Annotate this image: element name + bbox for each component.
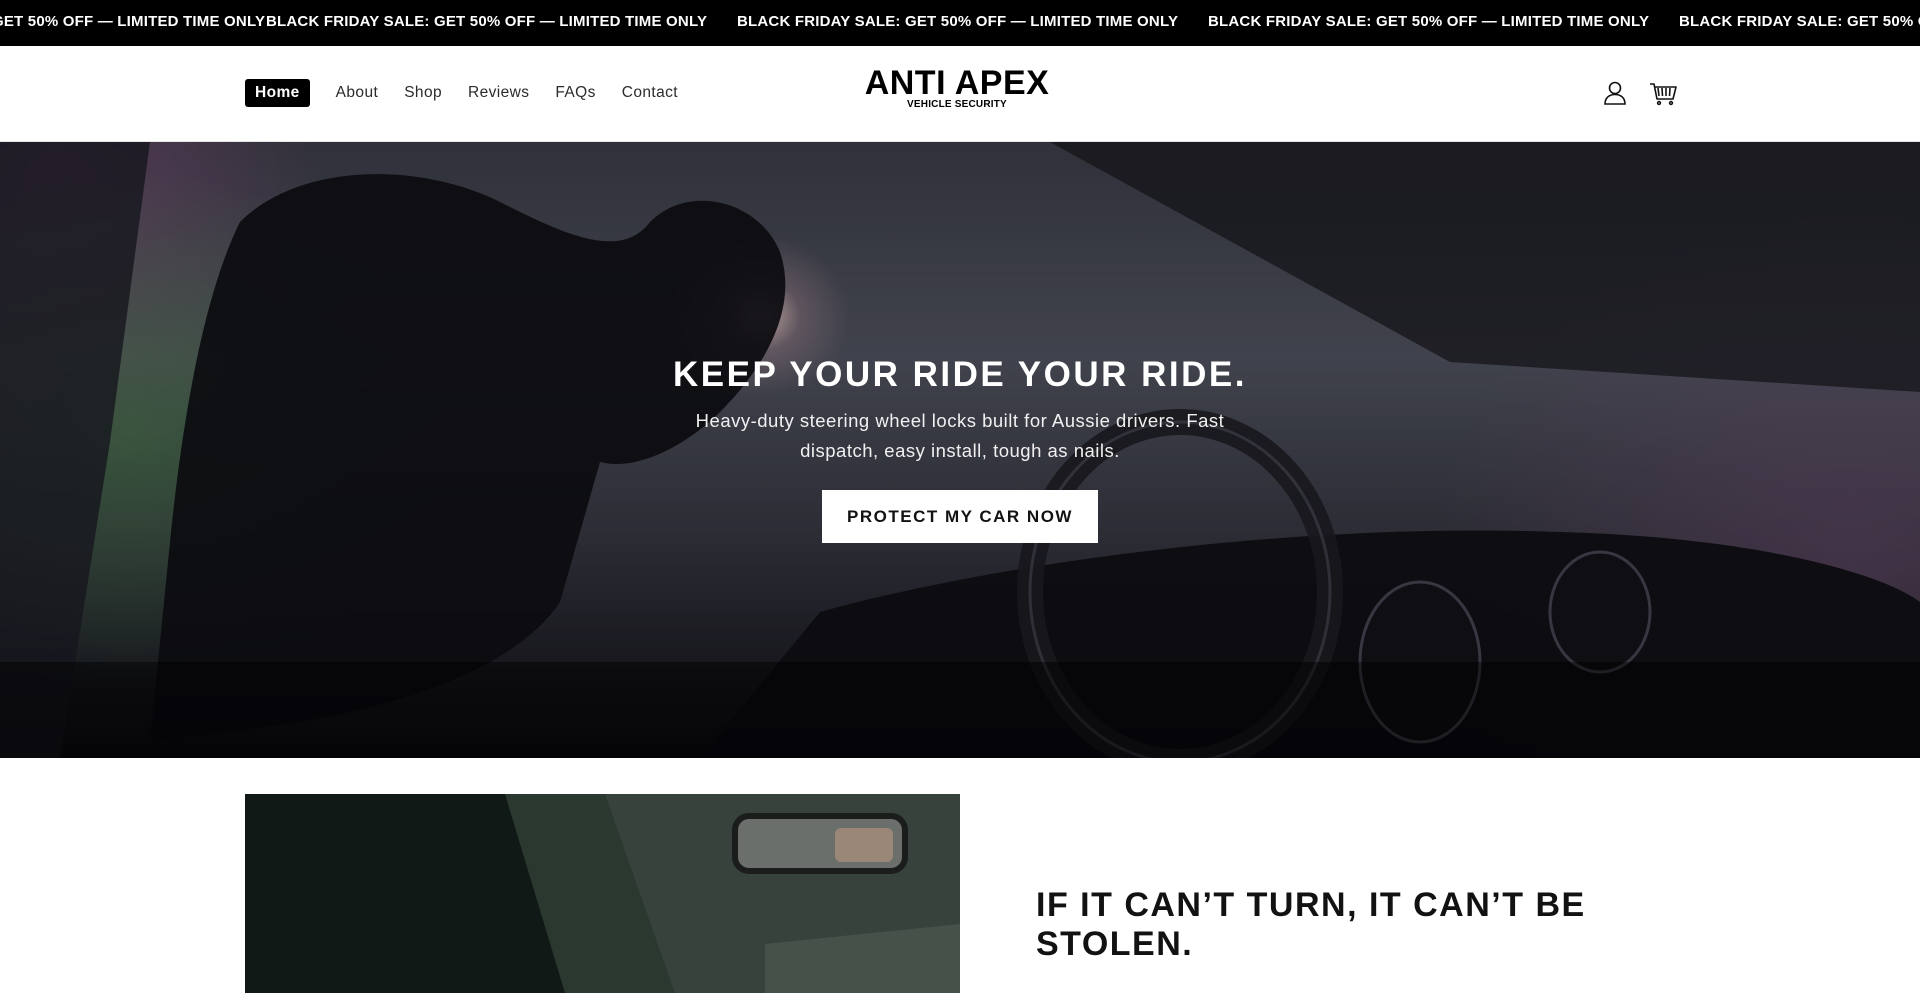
site-logo[interactable]: ANTI APEX VEHICLE SECURITY [862, 66, 1052, 110]
nav-item-shop[interactable]: Shop [404, 79, 442, 107]
car-interior-image [245, 794, 960, 993]
nav-item-contact[interactable]: Contact [622, 79, 678, 107]
announcement-text: BLACK FRIDAY SALE: GET 50% OFF — LIMITED… [1679, 13, 1920, 30]
announcement-text: BLACK FRIDAY SALE: GET 50% OFF — LIMITED… [0, 13, 266, 30]
announcement-text: BLACK FRIDAY SALE: GET 50% OFF — LIMITED… [737, 13, 1179, 30]
cart-icon[interactable] [1647, 77, 1679, 109]
feature-image [245, 794, 960, 993]
announcement-text: BLACK FRIDAY SALE: GET 50% OFF — LIMITED… [1208, 13, 1650, 30]
account-icon[interactable] [1599, 77, 1631, 109]
announcement-text: BLACK FRIDAY SALE: GET 50% OFF — LIMITED… [266, 13, 708, 30]
nav-item-faqs[interactable]: FAQs [555, 79, 595, 107]
hero-title: KEEP YOUR RIDE YOUR RIDE. [672, 355, 1248, 394]
main-nav: Home About Shop Reviews FAQs Contact [245, 79, 704, 107]
announcement-bar: BLACK FRIDAY SALE: GET 50% OFF — LIMITED… [0, 0, 1920, 46]
hero-banner: KEEP YOUR RIDE YOUR RIDE. Heavy-duty ste… [0, 142, 1920, 758]
protect-my-car-button[interactable]: PROTECT MY CAR NOW [822, 490, 1098, 543]
nav-item-about[interactable]: About [336, 79, 379, 107]
hero-subtitle: Heavy-duty steering wheel locks built fo… [695, 410, 1225, 461]
nav-item-reviews[interactable]: Reviews [468, 79, 529, 107]
nav-item-home[interactable]: Home [245, 79, 310, 107]
logo-wordmark: ANTI APEX [864, 64, 1050, 102]
site-header: Home About Shop Reviews FAQs Contact ANT… [0, 46, 1920, 142]
feature-title: IF IT CAN’T TURN, IT CAN’T BE STOLEN. [1036, 886, 1586, 963]
